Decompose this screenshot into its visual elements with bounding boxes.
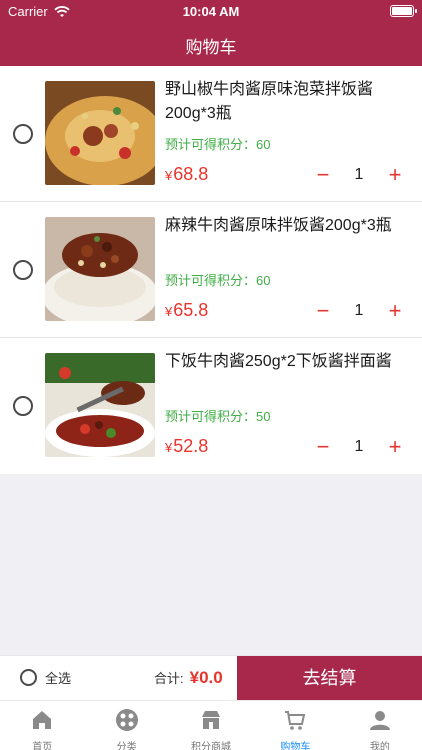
item-select-radio[interactable] — [13, 260, 33, 280]
tab-category[interactable]: 分类 — [84, 701, 168, 750]
product-name[interactable]: 下饭牛肉酱250g*2下饭酱拌面酱 — [165, 350, 410, 374]
product-name[interactable]: 野山椒牛肉酱原味泡菜拌饭酱200g*3瓶 — [165, 78, 410, 126]
cart-list: 野山椒牛肉酱原味泡菜拌饭酱200g*3瓶 预计可得积分：60 ¥68.8 − 1… — [0, 66, 422, 474]
product-image[interactable] — [45, 353, 155, 457]
profile-icon — [369, 711, 390, 730]
points-mall-icon — [202, 711, 221, 729]
home-icon — [33, 711, 52, 729]
item-select-radio[interactable] — [13, 124, 33, 144]
increase-button[interactable]: + — [384, 300, 406, 322]
select-all-radio[interactable] — [20, 669, 37, 686]
item-select-radio[interactable] — [13, 396, 33, 416]
total-amount: ¥0.0 — [189, 668, 223, 687]
product-price: ¥52.8 — [165, 436, 209, 456]
tab-home[interactable]: 首页 — [0, 701, 84, 750]
tab-label: 首页 — [32, 742, 53, 750]
product-image[interactable] — [45, 217, 155, 321]
increase-button[interactable]: + — [384, 164, 406, 186]
cart-icon — [285, 711, 306, 730]
quantity-stepper: − 1 + — [312, 164, 406, 186]
select-all-label: 全选 — [45, 671, 72, 686]
tab-bar: 首页 分类 积分商城 购物车 我的 — [0, 700, 422, 750]
status-bar: Carrier 10:04 AM — [0, 0, 422, 22]
decrease-button[interactable]: − — [312, 436, 334, 458]
tab-cart[interactable]: 购物车 — [253, 701, 337, 750]
total-summary: 合计: ¥0.0 — [154, 668, 223, 688]
decrease-button[interactable]: − — [312, 164, 334, 186]
tab-label: 购物车 — [280, 742, 311, 750]
cart-item: 下饭牛肉酱250g*2下饭酱拌面酱 预计可得积分：50 ¥52.8 − 1 + — [0, 338, 422, 474]
points-estimate: 预计可得积分：60 — [165, 137, 271, 152]
nav-header: Carrier 10:04 AM 购物车 — [0, 0, 422, 66]
quantity-value: 1 — [354, 166, 364, 183]
status-time: 10:04 AM — [182, 4, 240, 19]
select-all-toggle[interactable]: 全选 — [20, 668, 71, 687]
tab-profile[interactable]: 我的 — [338, 701, 422, 750]
quantity-stepper: − 1 + — [312, 300, 406, 322]
category-icon — [115, 709, 138, 731]
cart-item: 野山椒牛肉酱原味泡菜拌饭酱200g*3瓶 预计可得积分：60 ¥68.8 − 1… — [0, 66, 422, 202]
quantity-value: 1 — [354, 438, 364, 455]
increase-button[interactable]: + — [384, 436, 406, 458]
battery-icon — [390, 5, 417, 17]
tab-label: 我的 — [369, 742, 390, 750]
quantity-stepper: − 1 + — [312, 436, 406, 458]
product-image[interactable] — [45, 81, 155, 185]
decrease-button[interactable]: − — [312, 300, 334, 322]
total-label: 合计: — [154, 671, 184, 686]
points-estimate: 预计可得积分：60 — [165, 273, 271, 288]
page-title: 购物车 — [185, 38, 237, 57]
quantity-value: 1 — [354, 302, 364, 319]
cart-item: 麻辣牛肉酱原味拌饭酱200g*3瓶 预计可得积分：60 ¥65.8 − 1 + — [0, 202, 422, 338]
tab-label: 分类 — [116, 742, 137, 750]
product-name[interactable]: 麻辣牛肉酱原味拌饭酱200g*3瓶 — [165, 214, 410, 238]
tab-points-mall[interactable]: 积分商城 — [169, 701, 253, 750]
checkout-button[interactable]: 去结算 — [237, 656, 422, 701]
product-price: ¥65.8 — [165, 300, 209, 320]
product-price: ¥68.8 — [165, 164, 209, 184]
tab-label: 积分商城 — [191, 742, 232, 750]
points-estimate: 预计可得积分：50 — [165, 409, 271, 424]
checkout-bar: 全选 合计: ¥0.0 去结算 — [0, 655, 422, 701]
